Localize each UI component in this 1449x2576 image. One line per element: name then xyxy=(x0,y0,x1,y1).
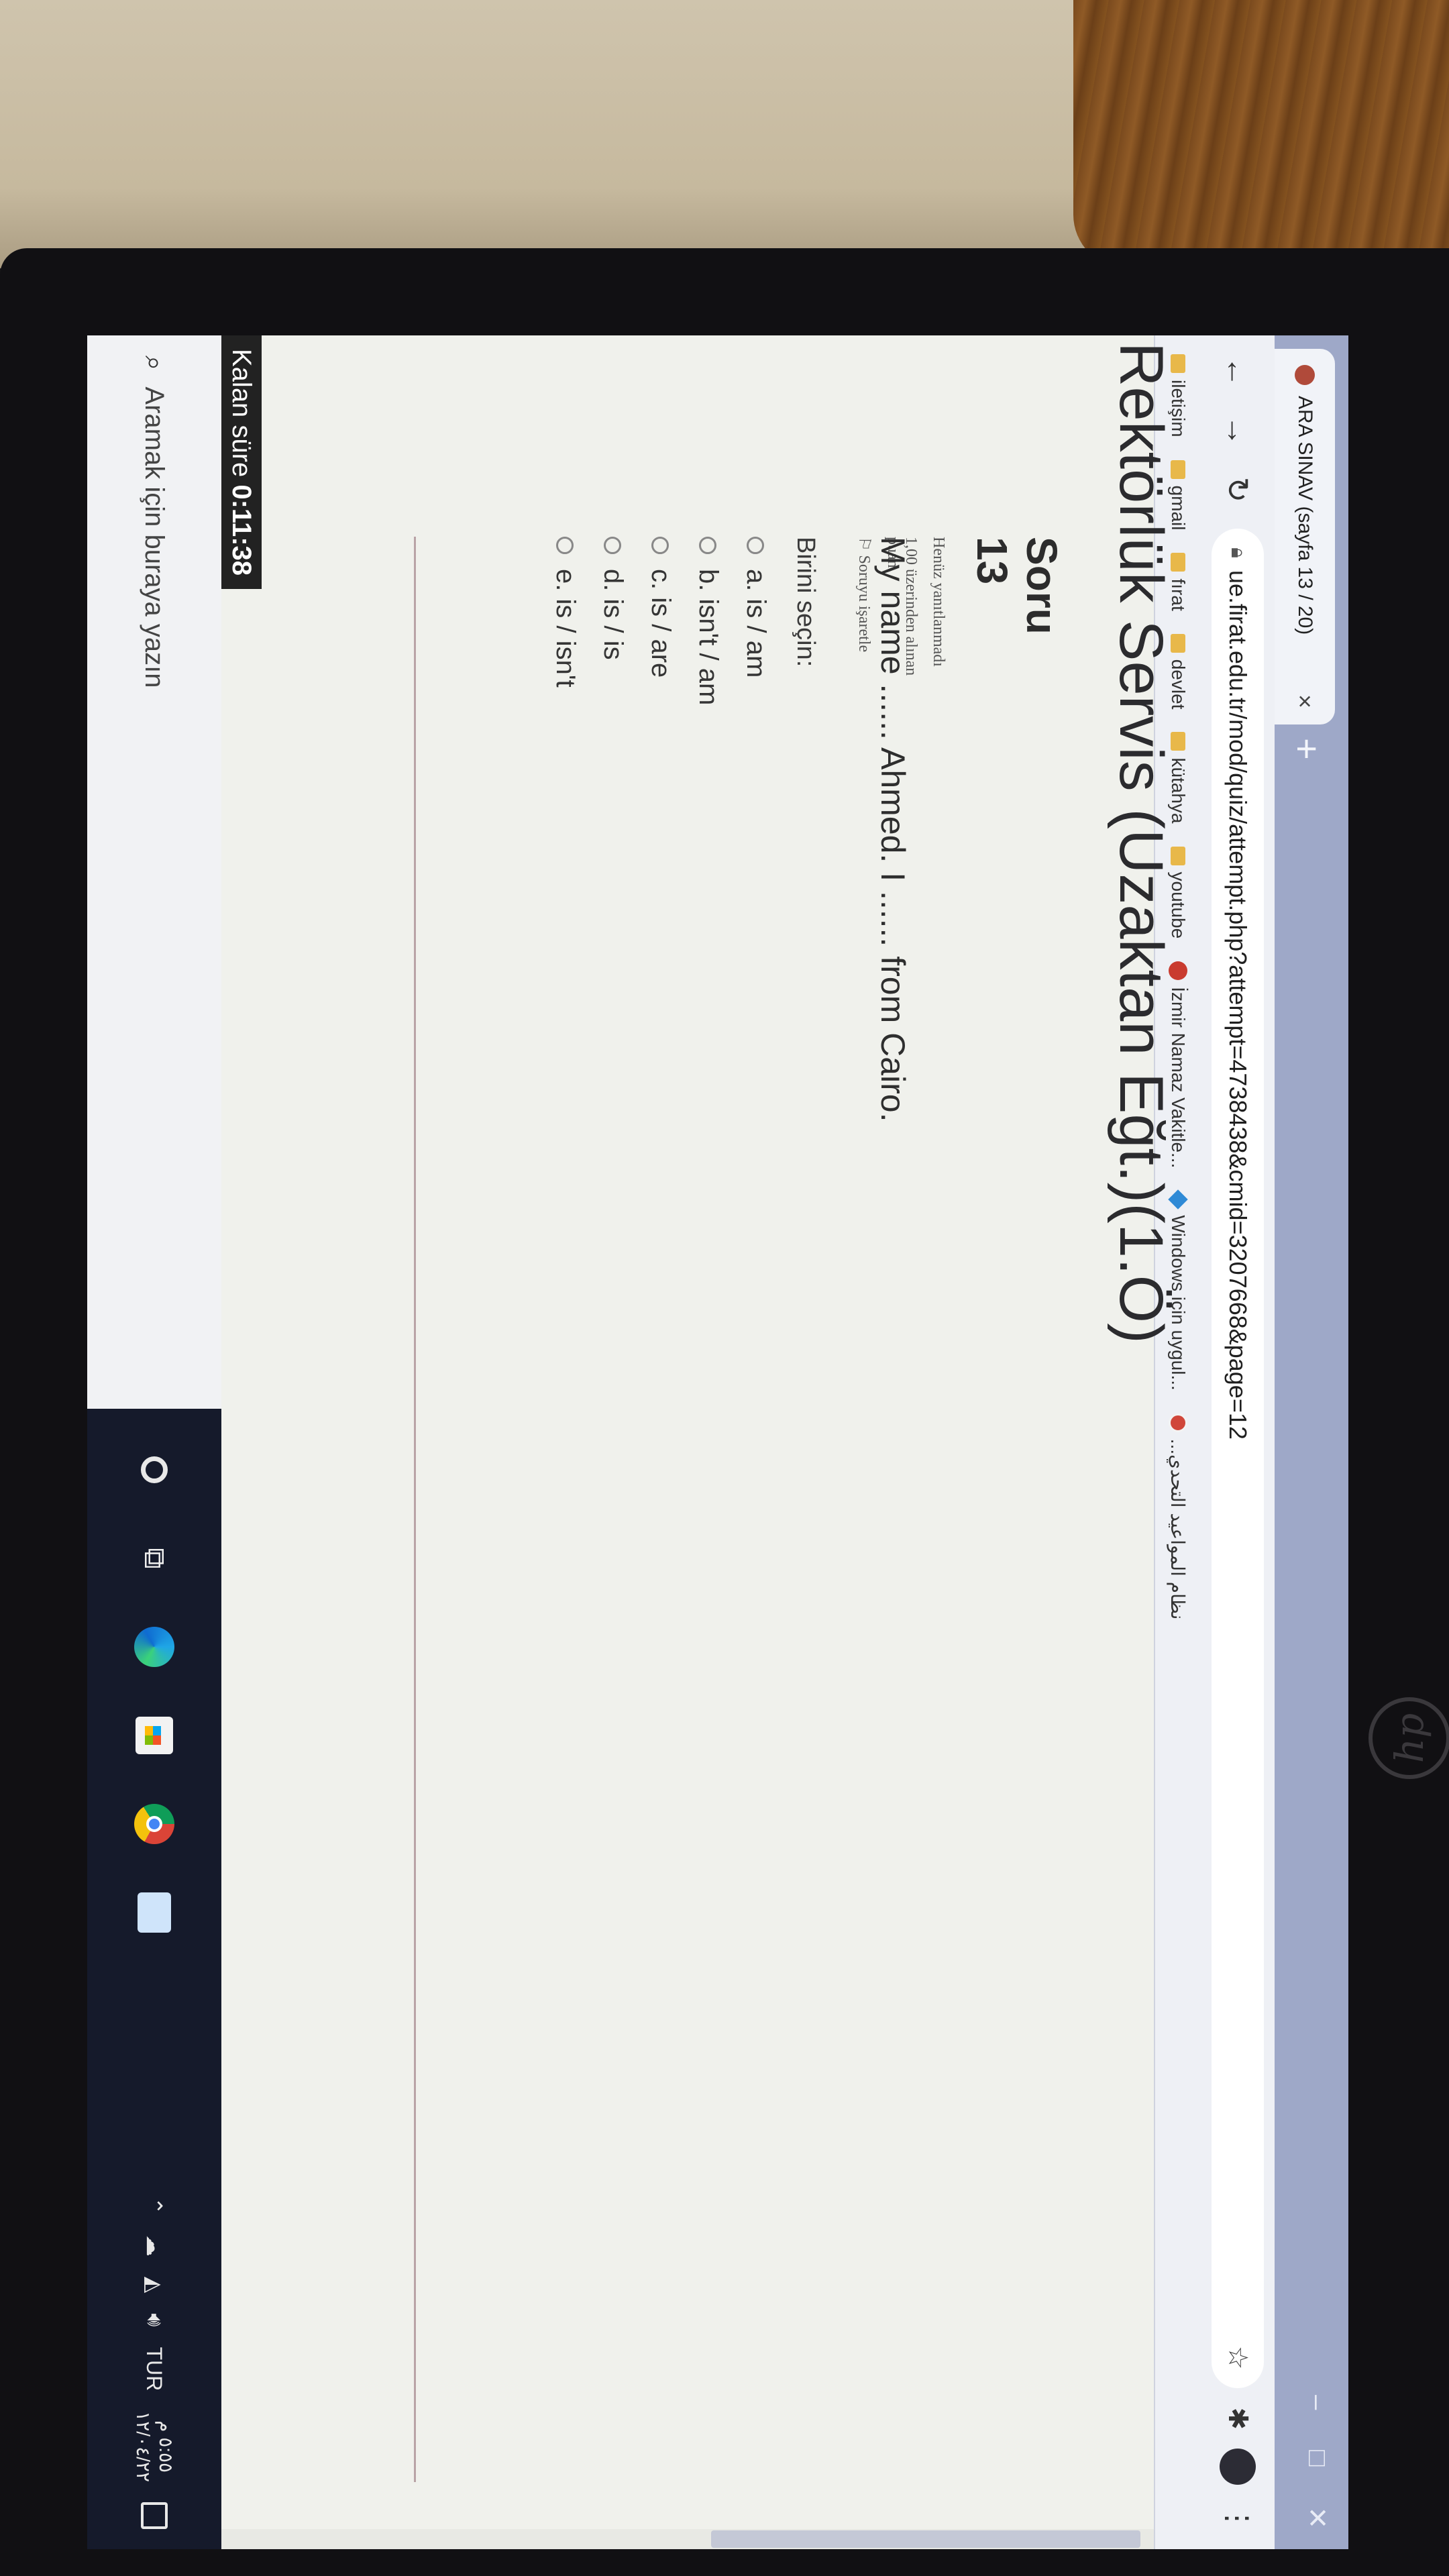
question-content: My name ...... Ahmed. I ...... from Cair… xyxy=(533,537,912,2482)
answer-option-d[interactable]: d. is / is xyxy=(598,537,628,2482)
menu-icon[interactable]: ⋮ xyxy=(1221,2504,1255,2533)
forward-arrow-icon[interactable]: → xyxy=(1220,411,1256,451)
new-tab-button[interactable]: + xyxy=(1286,738,1328,760)
tab-title: ARA SINAV (sayfa 13 / 20) xyxy=(1294,396,1316,635)
window-controls: – □ ✕ xyxy=(1301,2395,1332,2529)
taskbar-search-placeholder: Aramak için buraya yazın xyxy=(140,386,170,688)
radio-button[interactable] xyxy=(604,537,622,554)
moodle-favicon-icon xyxy=(1295,365,1315,385)
radio-button[interactable] xyxy=(651,537,669,554)
scrollbar[interactable] xyxy=(221,2529,1154,2549)
answer-option-e[interactable]: e. is / isn't xyxy=(550,537,580,2482)
radio-button[interactable] xyxy=(747,537,765,554)
back-arrow-icon[interactable]: ← xyxy=(1220,352,1256,392)
url-text[interactable]: ue.firat.edu.tr/mod/quiz/attempt.php?att… xyxy=(1224,570,1252,2334)
network-icon[interactable]: ◭ xyxy=(142,2277,167,2294)
answer-option-c[interactable]: c. is / are xyxy=(645,537,676,2482)
lock-icon: 🔒︎ xyxy=(1227,547,1249,558)
volume-icon[interactable]: 🔊︎ xyxy=(142,2313,167,2326)
chrome-icon[interactable] xyxy=(133,1803,175,1845)
taskbar-search[interactable]: ⌕ Aramak için buraya yazın xyxy=(87,335,221,1409)
star-icon[interactable]: ☆ xyxy=(1222,2346,1253,2370)
language-indicator[interactable]: TUR xyxy=(142,2347,167,2391)
wooden-shelf xyxy=(1073,0,1449,268)
timer-label: Kalan süre xyxy=(227,349,256,478)
chevron-up-icon[interactable]: ⌃ xyxy=(142,2197,167,2215)
answer-option-a[interactable]: a. is / am xyxy=(741,537,771,2482)
question-number: Soru 13 xyxy=(968,537,1066,635)
photo-background: hp ARA SINAV (sayfa 13 / 20) × + – □ ✕ ←… xyxy=(0,0,1449,2576)
quiz-timer: Kalan süre 0:11:38 xyxy=(221,335,262,590)
browser-toolbar: ← → ↻ 🔒︎ ue.firat.edu.tr/mod/quiz/attemp… xyxy=(1201,335,1275,2549)
close-window-button[interactable]: ✕ xyxy=(1301,2506,1332,2529)
question-text: My name ...... Ahmed. I ...... from Cair… xyxy=(874,537,912,1122)
search-icon: ⌕ xyxy=(140,356,170,371)
extensions-icon[interactable]: ✱ xyxy=(1222,2407,1253,2430)
site-header: Rektörlük Servis (Uzaktan Eğt.)(1.Ö) xyxy=(1107,342,1175,1344)
timer-value: 0:11:38 xyxy=(227,484,256,576)
answer-label: a. is / am xyxy=(741,569,771,678)
answer-option-b[interactable]: b. isn't / am xyxy=(693,537,723,2482)
radio-button[interactable] xyxy=(699,537,717,554)
cloud-icon[interactable]: ☁ xyxy=(142,2235,167,2257)
clock-date: ١٢/٠٤/٢٢ xyxy=(133,2411,154,2482)
content-divider xyxy=(414,537,416,2482)
answer-label: b. isn't / am xyxy=(694,569,723,706)
minimize-button[interactable]: – xyxy=(1301,2395,1332,2410)
notification-icon[interactable] xyxy=(141,2502,168,2529)
task-view-icon[interactable]: ⧉ xyxy=(133,1538,175,1579)
answer-label: c. is / are xyxy=(646,569,676,678)
file-explorer-icon[interactable] xyxy=(133,1892,175,1933)
maximize-button[interactable]: □ xyxy=(1301,2450,1332,2466)
browser-tab[interactable]: ARA SINAV (sayfa 13 / 20) × xyxy=(1275,349,1335,724)
answer-prompt: Birini seçin: xyxy=(792,537,820,667)
store-icon[interactable] xyxy=(133,1715,175,1756)
taskbar-apps: ⧉ xyxy=(133,1409,175,1933)
address-bar[interactable]: 🔒︎ ue.firat.edu.tr/mod/quiz/attempt.php?… xyxy=(1212,529,1264,2389)
hp-logo-icon: hp xyxy=(1368,1697,1449,1779)
question-state: Henüz yanıtlanmadı xyxy=(930,537,947,667)
laptop-screen: ARA SINAV (sayfa 13 / 20) × + – □ ✕ ← → … xyxy=(87,335,1348,2549)
tab-close-button[interactable]: × xyxy=(1291,694,1319,708)
system-tray: ⌃ ☁ ◭ 🔊︎ TUR ٥:٥٥ م ١٢/٠٤/٢٢ xyxy=(131,2197,177,2549)
scrollbar-thumb[interactable] xyxy=(711,2530,1140,2548)
clock[interactable]: ٥:٥٥ م ١٢/٠٤/٢٢ xyxy=(131,2411,177,2482)
answer-label: d. is / is xyxy=(598,569,628,660)
cortana-icon[interactable] xyxy=(133,1449,175,1491)
reload-icon[interactable]: ↻ xyxy=(1220,470,1256,510)
radio-button[interactable] xyxy=(556,537,574,554)
quiz-page: Rektörlük Servis (Uzaktan Eğt.)(1.Ö) Sor… xyxy=(221,335,1175,2549)
answer-label: e. is / isn't xyxy=(551,569,580,688)
windows-taskbar: ⌕ Aramak için buraya yazın ⧉ ⌃ ☁ ◭ 🔊︎ TU… xyxy=(87,335,221,2549)
tab-strip: ARA SINAV (sayfa 13 / 20) × + – □ ✕ xyxy=(1275,335,1348,2549)
profile-avatar[interactable] xyxy=(1220,2449,1256,2485)
timer-area: Kalan süre 0:11:38 xyxy=(221,335,262,2549)
clock-time: ٥:٥٥ م xyxy=(156,2420,176,2473)
edge-icon[interactable] xyxy=(133,1626,175,1668)
